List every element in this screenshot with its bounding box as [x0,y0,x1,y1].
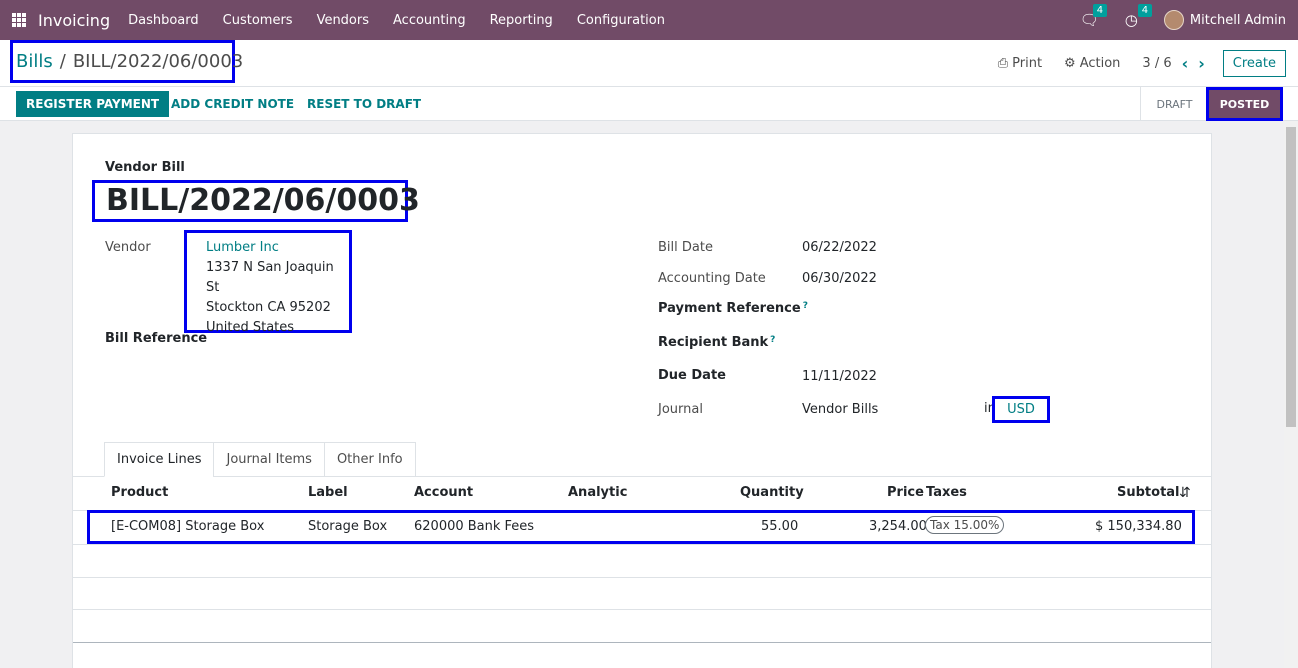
nav-customers[interactable]: Customers [223,13,293,28]
tab-journal-items[interactable]: Journal Items [213,442,324,477]
column-settings-icon[interactable]: ⇵ [1179,485,1191,501]
column-header-analytic[interactable]: Analytic [568,485,627,500]
tab-other-info[interactable]: Other Info [323,442,416,477]
action-button[interactable]: ⚙ Action [1064,56,1120,71]
column-header-quantity[interactable]: Quantity [740,485,804,500]
messages-count-badge: 4 [1092,4,1108,17]
payment-reference-label: Payment Reference? [658,301,808,316]
register-payment-button[interactable]: REGISTER PAYMENT [16,91,170,117]
scrollbar[interactable] [1284,121,1298,668]
accounting-date-label: Accounting Date [658,271,766,286]
activities-button[interactable]: ◷ 4 [1124,4,1153,29]
status-posted[interactable]: POSTED [1206,87,1283,121]
row-divider [73,577,1211,578]
nav-dashboard[interactable]: Dashboard [128,13,199,28]
nav-configuration[interactable]: Configuration [577,13,665,28]
bill-date-label: Bill Date [658,240,713,255]
column-header-taxes[interactable]: Taxes [926,485,967,500]
statusbar: REGISTER PAYMENT ADD CREDIT NOTE RESET T… [0,86,1298,121]
reset-to-draft-button[interactable]: RESET TO DRAFT [307,91,421,117]
vendor-address-line: Stockton CA 95202 [206,300,331,315]
breadcrumb: Bills / BILL/2022/06/0003 [10,40,243,83]
status-draft[interactable]: DRAFT [1140,87,1208,121]
avatar[interactable] [1163,10,1184,30]
vendor-name-link[interactable]: Lumber Inc [206,238,349,258]
help-icon: ? [770,335,776,345]
chevron-left-icon[interactable]: ‹ [1182,54,1189,73]
table-footer-divider [73,642,1211,643]
due-date-label: Due Date [658,368,726,383]
row-divider [73,609,1211,610]
bill-reference-label: Bill Reference [105,331,208,346]
cell-account[interactable]: 620000 Bank Fees [414,519,534,534]
cell-price[interactable]: 3,254.00 [869,519,927,534]
column-header-account[interactable]: Account [414,485,473,500]
row-divider [73,544,1211,545]
cell-quantity[interactable]: 55.00 [761,519,798,534]
cell-product[interactable]: [E-COM08] Storage Box [111,519,264,534]
nav-reporting[interactable]: Reporting [490,13,553,28]
column-header-price[interactable]: Price [887,485,924,500]
accounting-date-value[interactable]: 06/30/2022 [802,271,877,286]
column-header-product[interactable]: Product [111,485,168,500]
breadcrumb-separator: / [59,51,66,72]
journal-value[interactable]: Vendor Bills [802,402,878,417]
vendor-label: Vendor [105,240,151,255]
tax-badge[interactable]: Tax 15.00% [925,516,1005,534]
column-header-subtotal[interactable]: Subtotal [1117,485,1180,500]
bill-date-value[interactable]: 06/22/2022 [802,240,877,255]
breadcrumb-bills-link[interactable]: Bills [16,51,53,72]
app-name[interactable]: Invoicing [38,11,110,30]
nav-accounting[interactable]: Accounting [393,13,466,28]
scrollbar-thumb[interactable] [1286,127,1296,427]
messages-button[interactable]: 🗨 4 [1080,4,1108,29]
chevron-right-icon[interactable]: › [1198,54,1205,73]
column-header-label[interactable]: Label [308,485,348,500]
document-type: Vendor Bill [105,160,185,175]
document-name: BILL/2022/06/0003 [92,180,420,222]
breadcrumb-current: BILL/2022/06/0003 [72,51,244,72]
recipient-bank-label: Recipient Bank? [658,335,776,350]
add-credit-note-button[interactable]: ADD CREDIT NOTE [171,91,294,117]
nav-vendors[interactable]: Vendors [317,13,369,28]
activities-count-badge: 4 [1137,4,1153,17]
vendor-address-line: United States [206,320,295,335]
clock-icon: ◷ [1124,11,1138,29]
vendor-field: Lumber Inc 1337 N San Joaquin St Stockto… [184,230,352,335]
print-button[interactable]: ⎙ Print [998,56,1042,71]
pager-value[interactable]: 3 / 6 [1142,56,1171,71]
user-menu[interactable]: Mitchell Admin [1190,13,1286,28]
notebook-tabs: Invoice Lines Journal Items Other Info [104,442,416,477]
help-icon: ? [802,301,808,311]
form-sheet: Vendor Bill BILL/2022/06/0003 Vendor Lum… [72,133,1212,668]
control-panel: Bills / BILL/2022/06/0003 ⎙ Print ⚙ Acti… [0,40,1298,121]
currency-field[interactable]: USD [992,396,1050,423]
gear-icon: ⚙ [1064,55,1076,71]
top-navbar: Invoicing Dashboard Customers Vendors Ac… [0,0,1298,40]
cell-subtotal: $ 150,334.80 [1095,519,1182,534]
journal-label: Journal [658,402,703,417]
cell-label[interactable]: Storage Box [308,519,387,534]
create-button[interactable]: Create [1222,49,1286,77]
tab-invoice-lines[interactable]: Invoice Lines [104,442,214,477]
due-date-value[interactable]: 11/11/2022 [802,369,877,384]
printer-icon: ⎙ [997,55,1009,71]
vendor-address-line: 1337 N San Joaquin St [206,260,334,295]
apps-menu-icon[interactable] [12,13,26,27]
